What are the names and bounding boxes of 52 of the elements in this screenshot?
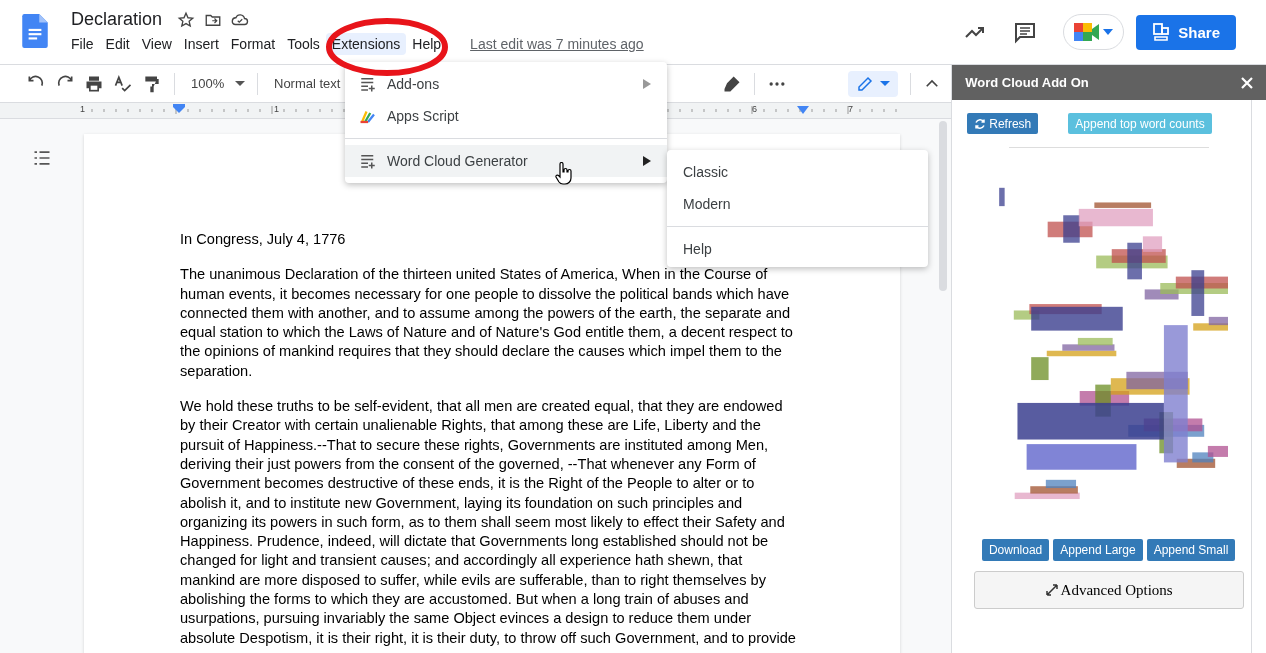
camera-icon [1074,21,1101,43]
menu-item[interactable]: Insert [177,33,225,55]
menu-item[interactable]: Word Cloud Generator [345,145,667,177]
menu-item[interactable]: Tools [281,33,326,55]
indent-marker-icon[interactable] [173,104,185,113]
ruler-number: 6 [752,104,757,114]
sidebar-action-button[interactable]: Download [981,539,1050,561]
building-icon [1152,23,1171,41]
last-edit-link[interactable]: Last edit was 7 minutes ago [470,36,644,52]
paragraph: The unanimous Declaration of the thirteen united States of America, When in the Course of human events, it becomes necessary for one people to dissolve the political bands which have connected them with another, and to assume among the powers of the earth, the separate and equal station to which the Laws of Nature and of Nature's God entitle them, a decent respect to the opinions of mankind requires that they should declare the causes which impel them to the separation. [180,265,794,381]
menu-item[interactable]: Help [406,33,448,55]
menu-item[interactable]: Classic [667,156,928,188]
menu-item[interactable]: Apps Script [345,100,667,132]
menu-item[interactable]: Extensions [325,33,407,55]
list-plus-icon [359,75,377,93]
caret-icon [880,81,891,86]
caret-icon [1103,29,1114,35]
menu-item[interactable]: Add-ons [345,68,667,100]
menu-item[interactable]: Edit [99,33,136,55]
outline-icon[interactable] [32,148,52,168]
submenu-arrow-icon [643,79,651,89]
ruler-number: 1 [80,104,85,114]
indent-marker-icon[interactable] [797,106,809,114]
advanced-options-button[interactable]: Advanced Options [973,571,1244,609]
docs-logo-icon[interactable] [22,14,48,48]
sidebar-title: Word Cloud Add On [965,75,1089,90]
close-icon[interactable] [1241,76,1253,89]
refresh-icon [974,117,987,130]
menu-item[interactable]: Modern [667,188,928,220]
share-button[interactable]: Share [1136,14,1236,50]
scrollbar[interactable] [939,121,948,291]
refresh-button[interactable]: Refresh [967,113,1039,134]
list-plus-icon [359,152,377,170]
star-icon[interactable] [177,10,196,29]
caret-icon [235,81,245,86]
sidebar-action-button[interactable]: Append Small [1146,539,1236,561]
zoom-dropdown[interactable]: 100% [191,76,245,91]
submenu-arrow-icon [643,156,651,166]
comment-icon[interactable] [1013,20,1038,44]
expand-arrows-icon [1044,583,1059,597]
ruler-number: 7 [848,104,853,114]
menu-item[interactable]: View [135,33,178,55]
pencil-icon [856,74,875,93]
editing-mode-button[interactable] [848,70,899,97]
menu-item[interactable]: File [65,33,100,55]
ruler-number: 1 [274,104,279,114]
menu-item[interactable]: Help [667,233,928,265]
paragraph: We hold these truths to be self-evident, that all men are created equal, that they are endowed by their Creator with certain unalienable Rights, that among these are Life, Liberty and the pursuit of Happiness.--That to secure these rights, Governments are instituted among Men, deriving their just powers from the consent of the governed, --That whenever any Form of Government becomes destructive of these ends, it is the Right of the People to alter or to abolish it, and to institute new Government, laying its foundation on such principles and organizing its powers in such form, as to them shall seem most likely to effect their Safety and Happiness. Prudence, indeed, will dictate that Governments long established should not be changed for light and transient causes; and accordingly all experience hath shewn, that mankind are more disposed to suffer, while evils are sufferable, than to right themselves by abolishing the forms to which they are accustomed. But when a long train of abuses and usurpations, pursuing invariably the same Object evinces a design to reduce them under absolute Despotism, it is their right, it is their duty, to throw off such Government, and to provide [180,397,797,648]
menu-item[interactable]: Format [224,33,282,55]
sidebar-action-button[interactable]: Append Large [1053,539,1143,561]
spellcheck-icon[interactable] [113,73,133,94]
document-title[interactable]: Declaration [71,9,163,30]
